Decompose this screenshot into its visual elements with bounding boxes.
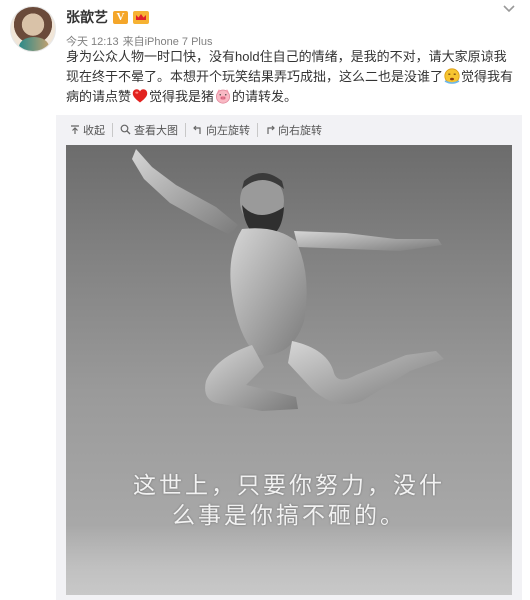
post-text-part1: 身为公众人物一时口快，没有hold住自己的情绪，是我的不对，请大家原谅我现在终于… bbox=[66, 49, 507, 84]
post-header: 张歆艺 V bbox=[66, 8, 149, 26]
post-photo[interactable]: 这世上，只要你努力，没什 么事是你搞不砸的。 bbox=[66, 145, 512, 595]
post-text-part3: 觉得我是猪 bbox=[149, 89, 215, 104]
view-large-label: 查看大图 bbox=[134, 124, 178, 137]
collapse-icon bbox=[71, 124, 79, 134]
photo-caption-line2: 么事是你搞不砸的。 bbox=[172, 503, 406, 529]
crown-icon[interactable] bbox=[133, 10, 149, 24]
collapse-button[interactable]: 收起 bbox=[63, 123, 112, 137]
magnifier-icon bbox=[120, 124, 131, 135]
media-box: 收起 查看大图 向左旋转 向右旋转 这世上，只要你努力，没什 么事是你搞不砸的。 bbox=[56, 115, 522, 600]
pig-face-emoji-icon bbox=[216, 89, 231, 104]
rotate-right-label: 向右旋转 bbox=[278, 124, 322, 137]
username[interactable]: 张歆艺 bbox=[66, 7, 108, 27]
rotate-right-button[interactable]: 向右旋转 bbox=[257, 122, 329, 137]
floor-shadow bbox=[66, 525, 512, 595]
heart-emoji-icon bbox=[132, 89, 148, 103]
rotate-left-icon bbox=[193, 125, 201, 134]
post-text: 身为公众人物一时口快，没有hold住自己的情绪，是我的不对，请大家原谅我现在终于… bbox=[66, 47, 518, 107]
post-menu-chevron-down-icon[interactable] bbox=[502, 4, 516, 14]
media-toolbar: 收起 查看大图 向左旋转 向右旋转 bbox=[56, 115, 522, 144]
view-large-button[interactable]: 查看大图 bbox=[112, 122, 185, 137]
photo-caption-line1: 这世上，只要你努力，没什 bbox=[133, 473, 445, 499]
dizzy-face-emoji-icon bbox=[444, 68, 460, 84]
rotate-right-icon bbox=[267, 125, 275, 134]
avatar[interactable] bbox=[10, 6, 56, 52]
verified-badge[interactable]: V bbox=[113, 10, 128, 24]
post-text-part4: 的请转发。 bbox=[232, 89, 298, 104]
collapse-label: 收起 bbox=[83, 124, 105, 137]
rotate-left-label: 向左旋转 bbox=[206, 124, 250, 137]
rotate-left-button[interactable]: 向左旋转 bbox=[185, 122, 257, 137]
